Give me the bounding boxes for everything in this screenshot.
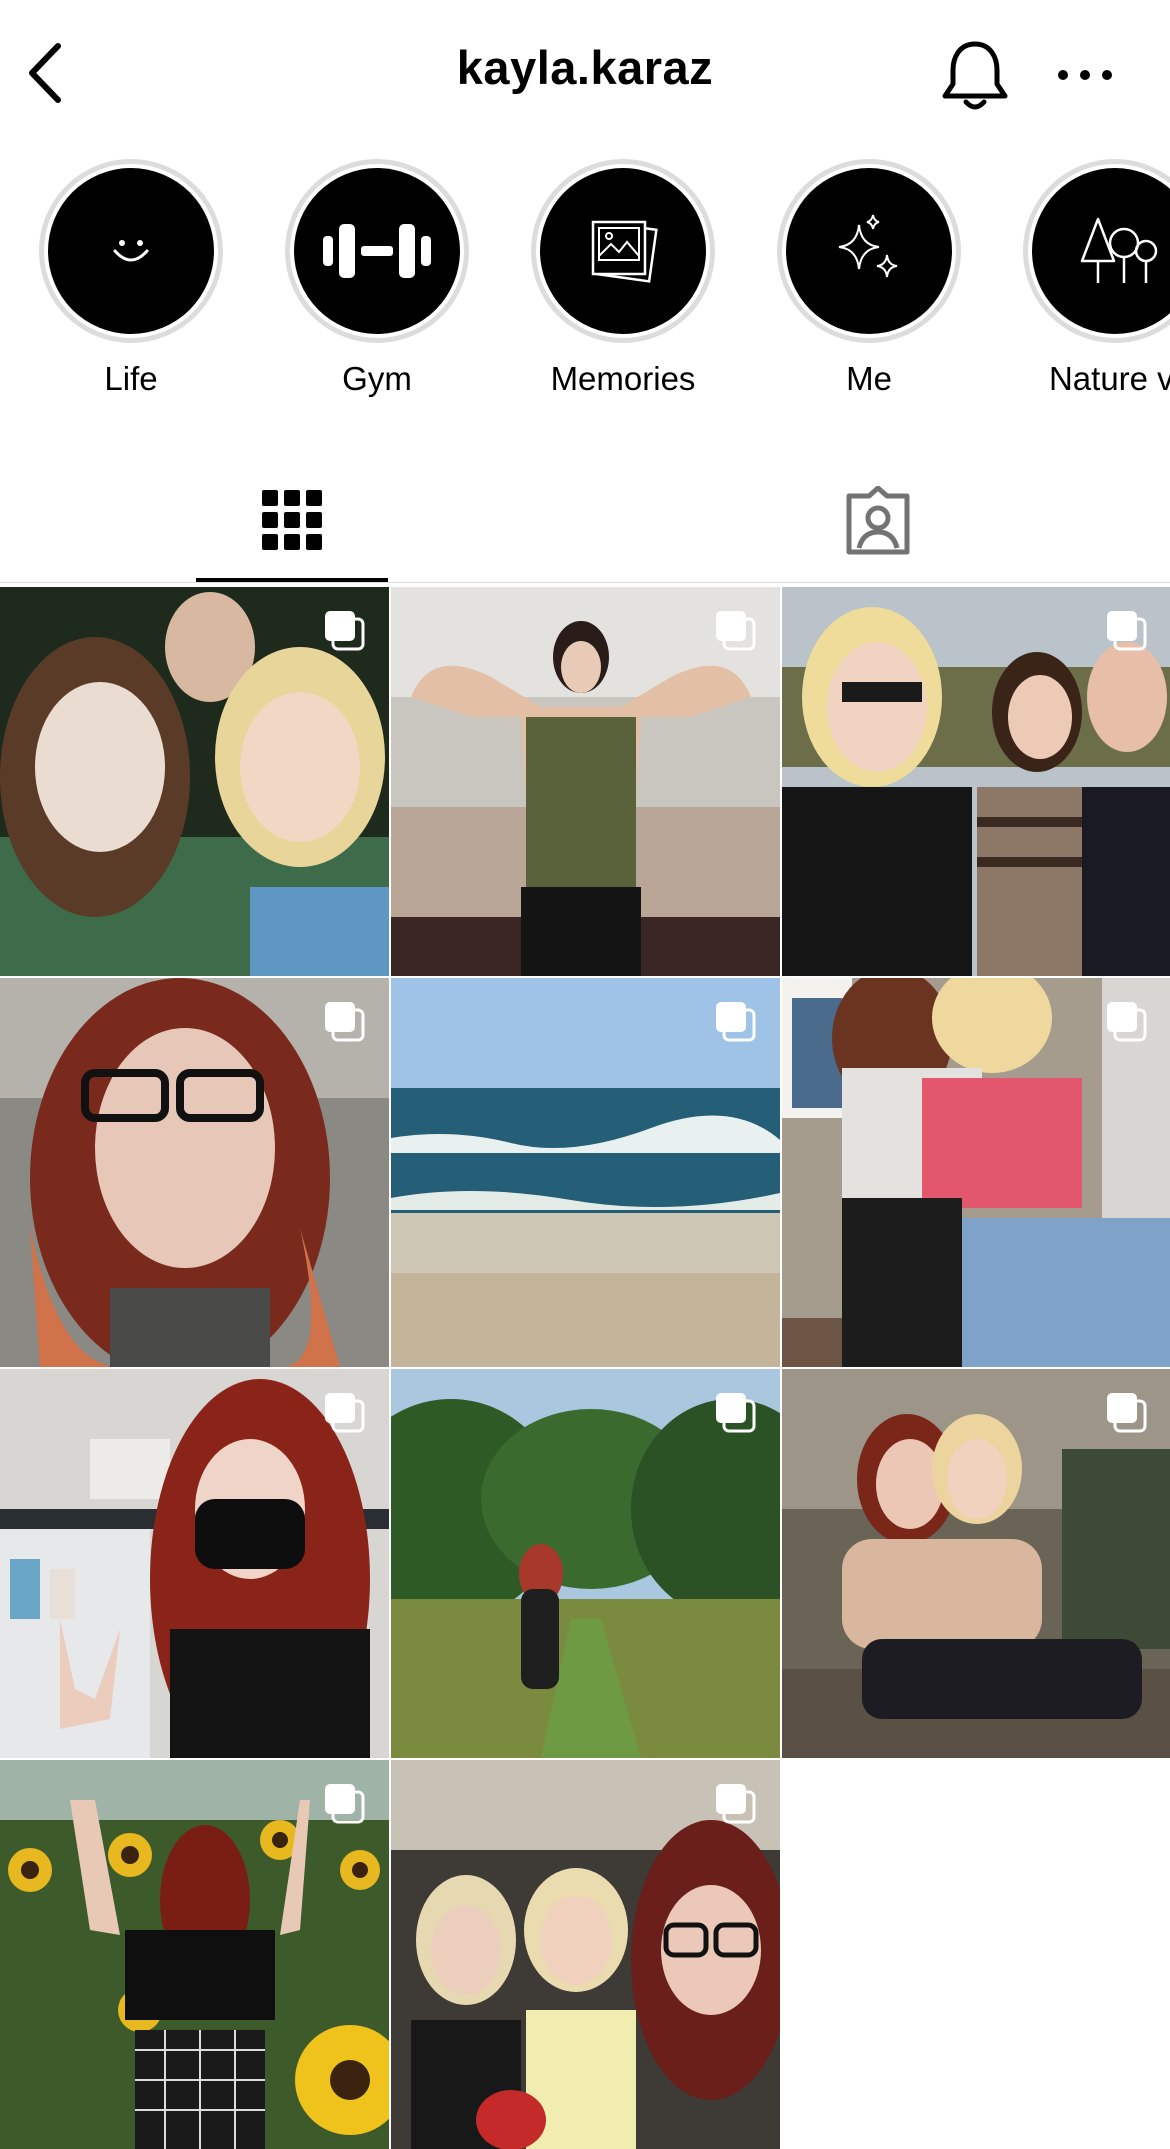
post-three-friends-in-car[interactable] — [391, 1760, 780, 2149]
multiple-photos-icon — [1107, 611, 1147, 651]
post-three-friends-outdoor[interactable] — [782, 587, 1170, 976]
post-gym-flex[interactable] — [391, 587, 780, 976]
post-car-selfie[interactable] — [0, 978, 389, 1367]
smiley-icon — [113, 240, 149, 262]
grid-icon — [262, 490, 322, 550]
post-hug-by-house[interactable] — [782, 978, 1170, 1367]
post-ocean-waves[interactable] — [391, 978, 780, 1367]
highlight-cover — [540, 168, 706, 334]
story-highlights: Life Gym Memories Me Nature vi — [0, 155, 1170, 415]
post-three-friends-selfie[interactable] — [0, 587, 389, 976]
more-horizontal-icon — [1058, 70, 1112, 80]
back-button[interactable] — [22, 38, 72, 108]
multiple-photos-icon — [1107, 1002, 1147, 1042]
multiple-photos-icon — [325, 1784, 365, 1824]
tab-posts-grid[interactable] — [0, 460, 585, 583]
trees-icon — [1080, 217, 1158, 283]
photos-icon — [591, 220, 658, 283]
notifications-button[interactable] — [935, 34, 1015, 114]
highlight-cover — [48, 168, 214, 334]
post-two-friends-on-rocks[interactable] — [782, 1369, 1170, 1758]
highlight-label: Memories — [550, 360, 696, 397]
multiple-photos-icon — [716, 1784, 756, 1824]
multiple-photos-icon — [716, 611, 756, 651]
sparkles-icon — [838, 214, 898, 278]
highlight-cover — [294, 168, 460, 334]
profile-tabs — [0, 460, 1170, 585]
tagged-person-icon — [846, 486, 910, 555]
highlight-memories[interactable]: Memories — [516, 155, 736, 415]
highlight-gym[interactable]: Gym — [270, 155, 490, 415]
highlight-label: Me — [846, 360, 892, 397]
multiple-photos-icon — [325, 1002, 365, 1042]
multiple-photos-icon — [325, 611, 365, 651]
dumbbell-icon — [323, 224, 431, 278]
highlight-life[interactable]: Life — [24, 155, 244, 415]
tab-tagged[interactable] — [585, 460, 1170, 583]
multiple-photos-icon — [716, 1393, 756, 1433]
multiple-photos-icon — [325, 1393, 365, 1433]
post-walking-in-field[interactable] — [391, 1369, 780, 1758]
highlight-nature[interactable]: Nature vi — [1008, 155, 1170, 415]
post-sunflowers[interactable] — [0, 1760, 389, 2149]
post-masked-peace-sign[interactable] — [0, 1369, 389, 1758]
highlight-cover — [786, 168, 952, 334]
more-options-button[interactable] — [1050, 50, 1120, 100]
highlight-me[interactable]: Me — [762, 155, 982, 415]
highlight-label: Gym — [342, 360, 412, 397]
highlight-label: Life — [104, 360, 158, 397]
multiple-photos-icon — [716, 1002, 756, 1042]
tabs-divider — [0, 582, 1170, 583]
multiple-photos-icon — [1107, 1393, 1147, 1433]
profile-header: kayla.karaz — [0, 0, 1170, 145]
bell-icon — [942, 41, 1008, 110]
highlight-label: Nature vi — [1048, 360, 1170, 397]
chevron-left-icon — [29, 43, 61, 103]
